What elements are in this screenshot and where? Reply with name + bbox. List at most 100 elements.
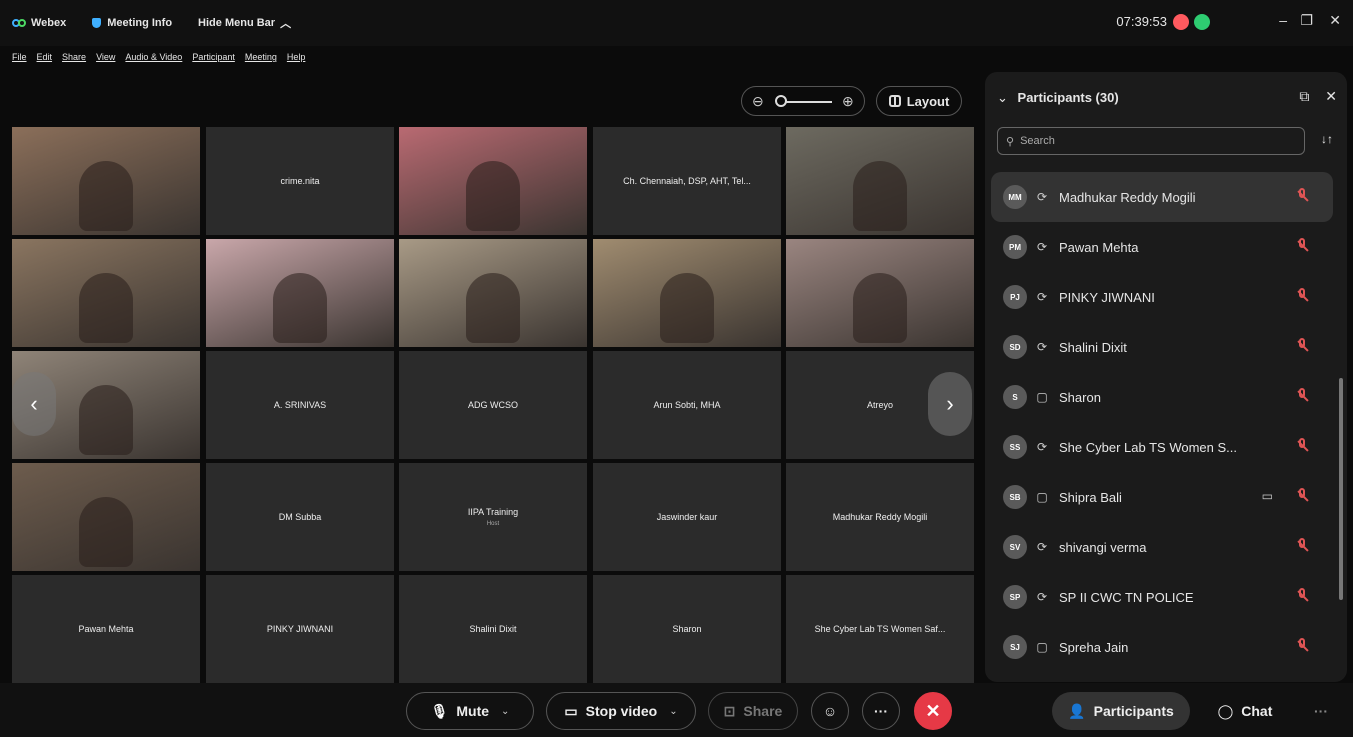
reactions-button[interactable]: ☺ — [811, 692, 849, 730]
sort-icon[interactable]: ↓↑ — [1321, 132, 1333, 146]
muted-microphone-icon[interactable] — [1297, 588, 1307, 604]
tile-name: Sharon — [672, 624, 702, 634]
layout-button[interactable]: Layout — [876, 86, 962, 116]
participant-tile[interactable]: Arun Sobti, MHA — [593, 351, 781, 459]
video-tile[interactable] — [786, 127, 974, 235]
video-tile[interactable] — [12, 127, 200, 235]
menu-item[interactable]: Meeting — [245, 52, 277, 62]
avatar: PJ — [1003, 285, 1027, 309]
muted-microphone-icon[interactable] — [1297, 638, 1307, 654]
close-icon: ✕ — [925, 700, 941, 721]
participant-row[interactable]: PJ ⟳ PINKY JIWNANI — [991, 272, 1333, 322]
zoom-out-icon[interactable]: ⊖ — [752, 93, 764, 110]
participant-tile[interactable]: Pawan Mehta — [12, 575, 200, 683]
network-status-icon[interactable] — [1194, 14, 1210, 30]
video-tile[interactable] — [399, 127, 587, 235]
participant-row[interactable]: SS ⟳ She Cyber Lab TS Women S... — [991, 422, 1333, 472]
muted-microphone-icon[interactable] — [1297, 538, 1307, 554]
prev-page-button[interactable]: ‹ — [12, 372, 56, 436]
mute-button[interactable]: 🎙 Mute ⌄ — [406, 692, 534, 730]
participant-row[interactable]: S ▢ Sharon — [991, 372, 1333, 422]
stop-video-label: Stop video — [585, 703, 658, 719]
participant-row[interactable]: SP ⟳ SP II CWC TN POLICE — [991, 572, 1333, 622]
video-tile[interactable] — [593, 239, 781, 347]
tile-name: Arun Sobti, MHA — [653, 400, 721, 410]
participant-row[interactable]: SJ ▢ Spreha Jain — [991, 622, 1333, 672]
participants-panel-title[interactable]: ⌄ Participants (30) — [997, 90, 1119, 106]
video-tile[interactable] — [786, 239, 974, 347]
leave-meeting-button[interactable]: ✕ — [914, 692, 952, 730]
restore-button[interactable]: ❐ — [1300, 12, 1313, 29]
chat-button[interactable]: ◯ Chat — [1200, 692, 1290, 730]
minimize-button[interactable]: – — [1279, 12, 1287, 28]
zoom-slider[interactable]: ⊖ ⊕ — [741, 86, 865, 116]
more-icon: ··· — [874, 703, 888, 719]
window-close-button[interactable]: ✕ — [1329, 12, 1341, 29]
participant-row[interactable]: PM ⟳ Pawan Mehta — [991, 222, 1333, 272]
hide-menu-bar-button[interactable]: Hide Menu Bar ︿ — [198, 15, 291, 31]
muted-microphone-icon[interactable] — [1297, 188, 1307, 204]
participant-row[interactable]: SB ▢ Shipra Bali ▭ — [991, 472, 1333, 522]
muted-microphone-icon[interactable] — [1297, 338, 1307, 354]
participant-tile[interactable]: ADG WCSO — [399, 351, 587, 459]
participant-tile[interactable]: Ch. Chennaiah, DSP, AHT, Tel... — [593, 127, 781, 235]
participant-search-input[interactable]: ⚲ Search — [997, 127, 1305, 155]
participant-tile[interactable]: IIPA Training Host — [399, 463, 587, 571]
menu-item[interactable]: Help — [287, 52, 306, 62]
meeting-info-button[interactable]: Meeting Info — [92, 17, 172, 29]
participant-tile[interactable]: She Cyber Lab TS Women Saf... — [786, 575, 974, 683]
next-page-button[interactable]: › — [928, 372, 972, 436]
panel-close-icon[interactable]: ✕ — [1325, 88, 1337, 104]
participant-row[interactable]: SV ⟳ shivangi verma — [991, 522, 1333, 572]
participant-tile[interactable]: Sharon — [593, 575, 781, 683]
participants-panel: ⌄ Participants (30) ⧉ ✕ ⚲ Search ↓↑ MM ⟳ M… — [985, 72, 1347, 682]
muted-microphone-icon[interactable] — [1297, 288, 1307, 304]
menu-item[interactable]: View — [96, 52, 115, 62]
menu-item[interactable]: Audio & Video — [125, 52, 182, 62]
recording-indicator-icon[interactable] — [1173, 14, 1189, 30]
muted-microphone-icon[interactable] — [1297, 488, 1307, 504]
title-bar: Webex Meeting Info Hide Menu Bar ︿ 07:39… — [0, 0, 1353, 46]
participant-tile[interactable]: crime.nita — [206, 127, 394, 235]
video-tile[interactable] — [12, 463, 200, 571]
stop-video-button[interactable]: ▭ Stop video ⌄ — [546, 692, 696, 730]
avatar: SP — [1003, 585, 1027, 609]
share-button[interactable]: ⊡ Share — [708, 692, 798, 730]
participant-row[interactable]: MM ⟳ Madhukar Reddy Mogili — [991, 172, 1333, 222]
participant-tile[interactable]: Jaswinder kaur — [593, 463, 781, 571]
collapse-chevron-icon: ⌄ — [997, 90, 1008, 105]
participant-tile[interactable]: Shalini Dixit — [399, 575, 587, 683]
device-icon: ⟳ — [1036, 340, 1048, 354]
video-tile[interactable] — [206, 239, 394, 347]
video-tile[interactable] — [399, 239, 587, 347]
video-tile[interactable] — [12, 239, 200, 347]
muted-microphone-icon[interactable] — [1297, 238, 1307, 254]
participant-video — [466, 273, 520, 343]
zoom-in-icon[interactable]: ⊕ — [842, 93, 854, 110]
more-options-button[interactable]: ··· — [862, 692, 900, 730]
zoom-track[interactable] — [780, 101, 832, 103]
hide-menu-label: Hide Menu Bar — [198, 17, 276, 29]
participant-list-scrollbar[interactable] — [1339, 378, 1343, 600]
chevron-down-icon[interactable]: ⌄ — [669, 706, 677, 717]
chevron-down-icon[interactable]: ⌄ — [501, 706, 509, 717]
participant-tile[interactable]: DM Subba — [206, 463, 394, 571]
participant-tile[interactable]: Madhukar Reddy Mogili — [786, 463, 974, 571]
participants-button[interactable]: 👤 Participants — [1052, 692, 1190, 730]
menu-item[interactable]: Edit — [37, 52, 53, 62]
popout-icon[interactable]: ⧉ — [1299, 88, 1309, 104]
muted-microphone-icon[interactable] — [1297, 388, 1307, 404]
overflow-menu-button[interactable]: ··· — [1302, 692, 1340, 730]
participant-row[interactable]: SD ⟳ Shalini Dixit — [991, 322, 1333, 372]
menu-item[interactable]: Share — [62, 52, 86, 62]
menu-item[interactable]: Participant — [192, 52, 235, 62]
avatar: SV — [1003, 535, 1027, 559]
participant-tile[interactable]: A. SRINIVAS — [206, 351, 394, 459]
host-badge: Host — [486, 521, 500, 527]
muted-microphone-icon[interactable] — [1297, 438, 1307, 454]
menu-item[interactable]: File — [12, 52, 27, 62]
participant-tile[interactable]: PINKY JIWNANI — [206, 575, 394, 683]
avatar: SJ — [1003, 635, 1027, 659]
zoom-knob[interactable] — [775, 95, 787, 107]
webex-app-button[interactable]: Webex — [12, 17, 66, 29]
